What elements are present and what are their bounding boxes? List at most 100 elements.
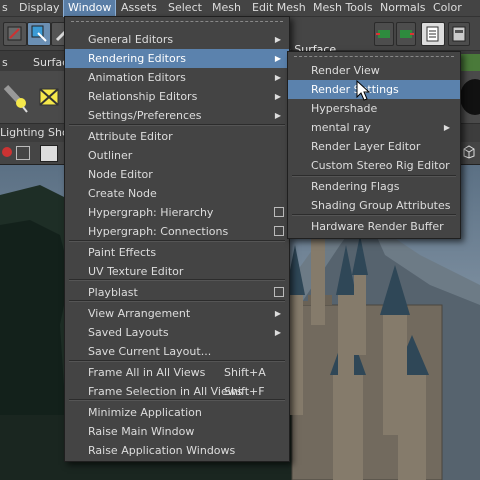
shelf-tab-partial[interactable]: s	[2, 54, 8, 71]
submenu-arrow-icon: ▶	[274, 92, 281, 101]
menu-item-label: Shading Group Attributes	[311, 199, 451, 212]
menu-separator	[69, 399, 285, 401]
option-box-icon[interactable]	[274, 287, 284, 297]
menubar-item-partial[interactable]: s	[2, 0, 8, 16]
window-menu: General Editors ▶ Rendering Editors ▶ Animat…	[64, 16, 290, 462]
area-light-icon[interactable]	[36, 83, 62, 111]
menubar-item-mesh[interactable]: Mesh	[212, 0, 241, 16]
rendering-menu-item-custom-stereo-rig-editor[interactable]: Custom Stereo Rig Editor	[288, 156, 460, 175]
mouse-cursor-icon	[356, 79, 371, 102]
menubar-item-mesh-tools[interactable]: Mesh Tools	[313, 0, 373, 16]
menu-item-label: Paint Effects	[88, 246, 157, 259]
menubar-item-normals[interactable]: Normals	[380, 0, 426, 16]
tear-off-line[interactable]	[71, 21, 283, 22]
menu-item-label: Animation Editors	[88, 71, 186, 84]
rendering-editors-submenu: Render View Render Settings Hypershade ment…	[287, 51, 461, 239]
menubar-item-select[interactable]: Select	[168, 0, 202, 16]
submenu-arrow-icon: ▶	[443, 123, 450, 132]
window-menu-item-general-editors[interactable]: General Editors ▶	[65, 30, 289, 49]
menu-item-label: Outliner	[88, 149, 133, 162]
rendering-menu-item-shading-group-attributes[interactable]: Shading Group Attributes	[288, 196, 460, 215]
rendering-menu-item-render-settings[interactable]: Render Settings	[288, 80, 460, 99]
render-current-frame-icon[interactable]	[421, 22, 445, 46]
record-icon[interactable]	[2, 147, 12, 157]
select-tool-icon[interactable]	[3, 22, 27, 46]
option-box-icon[interactable]	[274, 226, 284, 236]
spotlight-icon[interactable]	[3, 79, 29, 113]
menu-separator	[69, 300, 285, 302]
menu-item-shortcut: Shift+A	[224, 366, 266, 379]
menu-separator	[69, 279, 285, 281]
window-menu-item-hypergraph-hierarchy[interactable]: Hypergraph: Hierarchy	[65, 203, 289, 222]
menu-item-label: Saved Layouts	[88, 326, 169, 339]
window-menu-item-relationship-editors[interactable]: Relationship Editors ▶	[65, 87, 289, 106]
window-menu-item-attribute-editor[interactable]: Attribute Editor	[65, 127, 289, 146]
menu-item-label: Settings/Preferences	[88, 109, 202, 122]
menu-item-label: Render View	[311, 64, 380, 77]
render-settings-icon[interactable]	[448, 22, 470, 46]
menubar-item-assets[interactable]: Assets	[121, 0, 157, 16]
menu-item-label: Hypergraph: Hierarchy	[88, 206, 214, 219]
cube-icon[interactable]	[462, 145, 476, 159]
shelf-tab-surfaces[interactable]: Surfac	[33, 54, 68, 71]
input-ops-icon[interactable]	[374, 22, 394, 46]
rendering-menu-item-render-layer-editor[interactable]: Render Layer Editor	[288, 137, 460, 156]
menu-item-label: Rendering Editors	[88, 52, 186, 65]
menu-item-label: Attribute Editor	[88, 130, 173, 143]
window-menu-item-create-node[interactable]: Create Node	[65, 184, 289, 203]
submenu-arrow-icon: ▶	[274, 111, 281, 120]
option-box-icon[interactable]	[274, 207, 284, 217]
submenu-arrow-icon: ▶	[274, 328, 281, 337]
menu-separator	[69, 124, 285, 126]
submenu-tear-off-line[interactable]	[294, 56, 454, 57]
rendering-menu-item-hardware-render-buffer[interactable]: Hardware Render Buffer	[288, 217, 460, 236]
rendering-menu-item-mental-ray[interactable]: mental ray ▶	[288, 118, 460, 137]
window-menu-item-save-current-layout[interactable]: Save Current Layout...	[65, 342, 289, 361]
menu-item-label: Hardware Render Buffer	[311, 220, 444, 233]
menu-item-label: Playblast	[88, 286, 138, 299]
window-menu-item-view-arrangement[interactable]: View Arrangement ▶	[65, 304, 289, 323]
submenu-arrow-icon: ▶	[274, 73, 281, 82]
submenu-arrow-icon: ▶	[274, 35, 281, 44]
menu-item-label: Node Editor	[88, 168, 153, 181]
menu-item-label: Rendering Flags	[311, 180, 400, 193]
menubar-item-color[interactable]: Color	[433, 0, 462, 16]
window-menu-item-node-editor[interactable]: Node Editor	[65, 165, 289, 184]
rendering-menu-item-render-view[interactable]: Render View	[288, 61, 460, 80]
menu-item-label: Save Current Layout...	[88, 345, 212, 358]
menu-item-label: Raise Application Windows	[88, 444, 236, 457]
output-ops-icon[interactable]	[396, 22, 416, 46]
window-menu-item-rendering-editors[interactable]: Rendering Editors ▶	[65, 49, 289, 68]
window-menu-item-settings-preferences[interactable]: Settings/Preferences ▶	[65, 106, 289, 125]
material-swatch-icon[interactable]	[460, 79, 480, 115]
panel-menu-lighting[interactable]: Lighting	[0, 126, 44, 139]
window-menu-item-raise-application-windows[interactable]: Raise Application Windows	[65, 441, 289, 460]
menu-separator	[69, 360, 285, 362]
menu-item-label: Create Node	[88, 187, 157, 200]
menu-item-label: View Arrangement	[88, 307, 191, 320]
rendering-menu-item-rendering-flags[interactable]: Rendering Flags	[288, 177, 460, 196]
menu-item-label: Hypergraph: Connections	[88, 225, 229, 238]
menu-item-label: Relationship Editors	[88, 90, 198, 103]
window-menu-item-saved-layouts[interactable]: Saved Layouts ▶	[65, 323, 289, 342]
window-menu-item-raise-main-window[interactable]: Raise Main Window	[65, 422, 289, 441]
window-menu-item-paint-effects[interactable]: Paint Effects	[65, 243, 289, 262]
menubar-item-display[interactable]: Display	[19, 0, 60, 16]
menu-separator	[292, 214, 456, 216]
window-menu-item-outliner[interactable]: Outliner	[65, 146, 289, 165]
menu-item-label: Frame Selection in All Views	[88, 385, 243, 398]
rendering-menu-item-hypershade[interactable]: Hypershade	[288, 99, 460, 118]
menu-item-label: Frame All in All Views	[88, 366, 206, 379]
grid-icon[interactable]	[40, 145, 58, 162]
window-menu-item-hypergraph-connections[interactable]: Hypergraph: Connections	[65, 222, 289, 241]
menubar-item-window[interactable]: Window	[62, 0, 117, 17]
lasso-tool-icon[interactable]	[27, 22, 51, 46]
window-menu-item-frame-all-in-all-views[interactable]: Frame All in All Views Shift+A	[65, 363, 289, 382]
submenu-arrow-icon: ▶	[274, 54, 281, 63]
menu-item-label: Minimize Application	[88, 406, 202, 419]
menu-separator	[292, 175, 456, 177]
window-menu-item-minimize-application[interactable]: Minimize Application	[65, 403, 289, 422]
window-menu-item-animation-editors[interactable]: Animation Editors ▶	[65, 68, 289, 87]
menubar-item-edit-mesh[interactable]: Edit Mesh	[252, 0, 306, 16]
panel-tool-icon[interactable]	[16, 146, 30, 160]
